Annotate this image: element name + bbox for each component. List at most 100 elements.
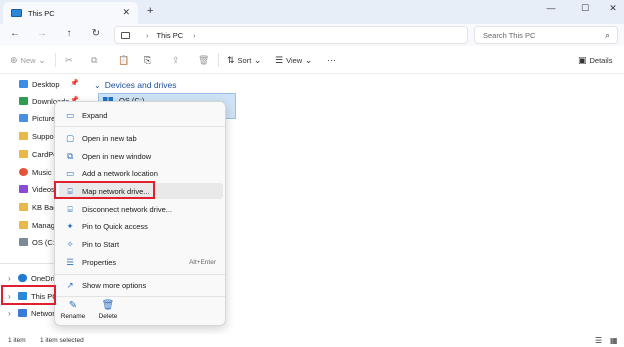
network-location-icon: ▭ — [65, 167, 75, 178]
videos-icon — [19, 185, 28, 193]
sort-label: Sort — [237, 56, 252, 65]
command-bar: ⊕ New ⌄ ✂ ⧉ 📋 ⎘ ⇪ 🗑 ⇅ Sort ⌄ ☰ View ⌄ ··· ▣… — [0, 48, 624, 74]
search-placeholder: Search This PC — [483, 30, 536, 40]
new-tab-icon: ▢ — [65, 132, 75, 143]
delete-label: Delete — [98, 313, 118, 320]
item-count: 1 item — [8, 337, 26, 344]
chevron-down-icon: ⌄ — [38, 55, 46, 65]
computer-icon — [11, 9, 22, 17]
menu-item-label: Properties — [82, 257, 117, 267]
context-menu: ▭ Expand ▢ Open in new tab ⧉ Open in new… — [54, 101, 226, 326]
menu-item-label: Show more options — [82, 280, 147, 290]
minimize-button[interactable]: — — [541, 3, 561, 13]
menu-item-label: Add a network location — [82, 168, 158, 178]
search-icon[interactable]: ⌕ — [605, 30, 610, 41]
disconnect-drive-icon: ⌸ — [67, 203, 73, 214]
sidebar-item-label: Videos — [32, 184, 55, 194]
cut-icon[interactable]: ✂ — [65, 55, 73, 66]
tab-this-pc[interactable]: This PC ✕ — [3, 2, 138, 24]
divider — [55, 274, 225, 275]
tab-bar: This PC ✕ + — ☐ ✕ — [0, 0, 624, 24]
sidebar-item-label: Manag — [32, 220, 55, 230]
view-button[interactable]: ☰ View ⌄ — [275, 55, 312, 66]
rename-icon: ✎ — [68, 300, 78, 311]
refresh-icon[interactable]: ↻ — [89, 28, 103, 39]
chevron-right-icon[interactable]: › — [146, 31, 149, 40]
new-button[interactable]: ⊕ New ⌄ — [10, 55, 46, 66]
rename-icon[interactable]: ⎘ — [144, 55, 151, 66]
delete-button[interactable]: 🗑 Delete — [93, 300, 123, 320]
back-icon[interactable]: ← — [8, 28, 22, 39]
section-devices-and-drives[interactable]: ⌄ Devices and drives — [94, 80, 177, 90]
sidebar-item-desktop[interactable]: Desktop 📌 — [19, 77, 87, 91]
search-input[interactable]: Search This PC ⌕ — [474, 26, 618, 44]
address-bar[interactable]: › This PC › — [114, 26, 468, 44]
highlight-box-map-network-drive — [54, 181, 155, 199]
expand-icon: ▭ — [65, 109, 75, 120]
view-label: View — [286, 56, 303, 65]
pin-icon: 📌 — [70, 80, 79, 87]
chevron-right-icon[interactable]: › — [193, 31, 196, 40]
more-options-icon: ↗ — [66, 279, 74, 290]
rename-button[interactable]: ✎ Rename — [58, 300, 88, 320]
close-tab-icon[interactable]: ✕ — [122, 7, 130, 18]
menu-item-show-more-options[interactable]: ↗ Show more options — [59, 277, 223, 293]
chevron-right-icon[interactable]: › — [8, 309, 18, 318]
new-window-icon: ⧉ — [66, 150, 74, 161]
divider — [55, 53, 56, 67]
menu-item-pin-to-quick-access[interactable]: ✦ Pin to Quick access — [59, 218, 223, 234]
menu-item-label: Pin to Quick access — [82, 221, 148, 231]
menu-item-open-in-new-window[interactable]: ⧉ Open in new window — [59, 148, 223, 164]
folder-icon — [19, 221, 28, 229]
chevron-right-icon[interactable]: › — [8, 274, 18, 283]
new-tab-button[interactable]: + — [147, 5, 153, 17]
folder-icon — [19, 132, 28, 140]
forward-icon[interactable]: → — [35, 28, 49, 39]
status-bar: 1 item 1 item selected ☰ ▦ — [0, 334, 624, 347]
properties-icon: ☰ — [66, 256, 74, 267]
chevron-down-icon: ⌄ — [94, 80, 101, 90]
share-icon[interactable]: ⇪ — [172, 55, 180, 66]
folder-icon — [19, 150, 28, 158]
folder-icon — [19, 203, 28, 211]
navigation-bar: ← → ↑ ↻ › This PC › Search This PC ⌕ — [0, 24, 624, 46]
delete-icon[interactable]: 🗑 — [198, 55, 209, 66]
tiles-view-icon[interactable]: ▦ — [610, 336, 618, 345]
menu-item-open-in-new-tab[interactable]: ▢ Open in new tab — [59, 130, 223, 146]
shortcut-text: Alt+Enter — [189, 258, 216, 266]
highlight-box-this-pc — [1, 285, 56, 305]
sidebar-item-label: Desktop — [32, 79, 60, 89]
up-icon[interactable]: ↑ — [62, 28, 76, 39]
delete-icon: 🗑 — [101, 300, 115, 311]
close-window-button[interactable]: ✕ — [603, 3, 623, 14]
menu-item-label: Pin to Start — [82, 239, 120, 249]
new-label: New — [20, 56, 36, 65]
paste-icon[interactable]: 📋 — [118, 55, 129, 66]
details-label: Details — [589, 56, 613, 65]
copy-icon[interactable]: ⧉ — [91, 55, 97, 66]
pin-start-icon: ✧ — [66, 238, 74, 249]
downloads-folder-icon — [19, 97, 28, 105]
more-options-icon[interactable]: ··· — [327, 55, 336, 65]
menu-item-disconnect-network-drive[interactable]: ⌸ Disconnect network drive... — [59, 201, 223, 217]
selection-count: 1 item selected — [40, 337, 84, 344]
menu-item-expand[interactable]: ▭ Expand — [59, 107, 223, 123]
menu-item-properties[interactable]: ☰ Properties Alt+Enter — [59, 254, 223, 270]
monitor-icon — [121, 31, 130, 39]
details-view-icon[interactable]: ☰ — [595, 336, 602, 345]
menu-item-pin-to-start[interactable]: ✧ Pin to Start — [59, 236, 223, 252]
breadcrumb-this-pc[interactable]: This PC — [157, 31, 184, 40]
divider — [218, 53, 219, 67]
details-button[interactable]: ▣ Details — [578, 55, 612, 66]
menu-item-add-network-location[interactable]: ▭ Add a network location — [59, 165, 223, 181]
tab-title: This PC — [28, 8, 55, 18]
onedrive-icon — [18, 274, 27, 282]
sidebar-item-label: Music — [32, 167, 52, 177]
rename-label: Rename — [60, 313, 86, 320]
maximize-button[interactable]: ☐ — [575, 3, 595, 14]
menu-item-label: Expand — [82, 110, 108, 120]
divider — [55, 296, 225, 297]
sort-button[interactable]: ⇅ Sort ⌄ — [227, 55, 261, 66]
chevron-down-icon: ⌄ — [304, 55, 313, 65]
drive-icon — [19, 238, 28, 246]
